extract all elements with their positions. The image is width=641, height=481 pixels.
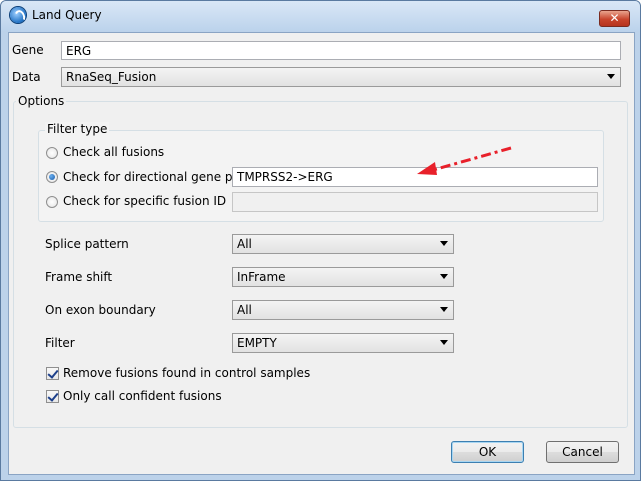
window-title: Land Query [32,8,102,22]
arrow-head [417,162,437,175]
directional-pair-label[interactable]: Check for directional gene pair [63,170,248,184]
filter-type-group-title: Filter type [45,122,110,136]
close-button[interactable]: ✕ [599,10,630,27]
specific-fusion-input[interactable] [232,192,598,212]
remove-control-label[interactable]: Remove fusions found in control samples [63,366,310,380]
exon-boundary-label: On exon boundary [45,303,156,317]
frame-shift-select[interactable]: InFrame [232,267,454,287]
gene-input[interactable]: ERG [61,41,621,60]
check-all-label[interactable]: Check all fusions [63,145,164,159]
dialog-body: Gene ERG Data RnaSeq_Fusion Options Filt… [8,32,635,475]
exon-boundary-select[interactable]: All [232,300,454,320]
confident-fusions-label[interactable]: Only call confident fusions [63,389,222,403]
splice-pattern-label: Splice pattern [45,237,129,251]
check-all-radio[interactable] [46,147,58,159]
specific-fusion-label[interactable]: Check for specific fusion ID [63,194,226,208]
land-query-dialog: Land Query ✕ Gene ERG Data RnaSeq_Fusion… [0,0,641,481]
frame-shift-value: InFrame [237,270,286,284]
remove-control-checkbox[interactable] [46,367,59,380]
cancel-button[interactable]: Cancel [546,441,619,463]
filter-value: EMPTY [237,336,277,350]
splice-pattern-select[interactable]: All [232,234,454,254]
chevron-down-icon [440,241,448,246]
frame-shift-label: Frame shift [45,270,113,284]
dashed-arrow-icon [417,146,512,175]
gene-label: Gene [12,43,44,57]
specific-fusion-radio[interactable] [46,196,58,208]
checkmark-icon [47,390,59,402]
chevron-down-icon [440,274,448,279]
arrow-shaft [432,146,512,172]
data-label: Data [12,70,41,84]
chevron-down-icon [607,74,615,79]
title-bar[interactable]: Land Query ✕ [1,1,640,31]
filter-label: Filter [45,336,75,350]
data-select[interactable]: RnaSeq_Fusion [61,67,621,87]
ok-button[interactable]: OK [451,441,524,463]
checkmark-icon [47,367,59,379]
data-select-value: RnaSeq_Fusion [66,70,157,84]
exon-boundary-value: All [237,303,252,317]
filter-select[interactable]: EMPTY [232,333,454,353]
confident-fusions-checkbox[interactable] [46,390,59,403]
options-group-title: Options [16,94,67,108]
chevron-down-icon [440,307,448,312]
chevron-down-icon [440,340,448,345]
splice-pattern-value: All [237,237,252,251]
directional-pair-radio[interactable] [46,171,58,183]
app-logo-icon [10,7,26,23]
